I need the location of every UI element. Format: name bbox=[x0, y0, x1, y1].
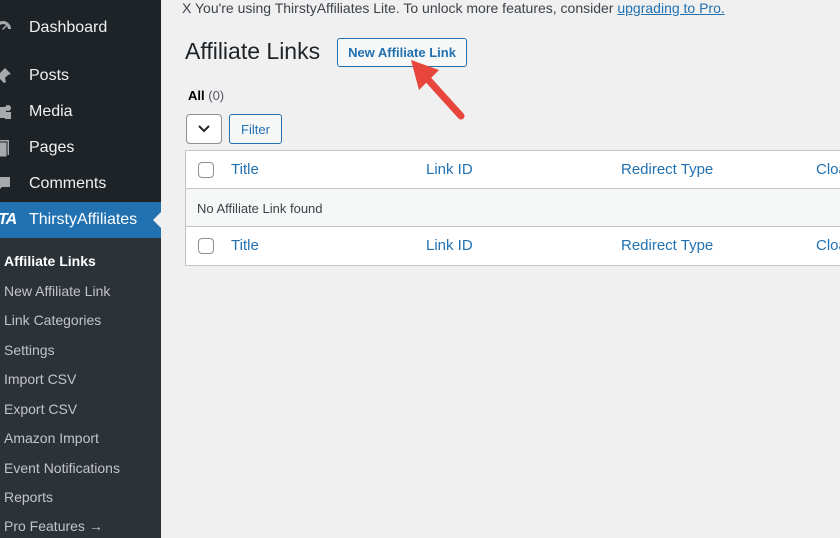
column-cloaked[interactable]: Cloa bbox=[816, 237, 840, 254]
thirstyaffiliates-submenu: Affiliate Links New Affiliate Link Link … bbox=[0, 238, 161, 538]
column-redirect-type[interactable]: Redirect Type bbox=[621, 161, 713, 178]
sidebar-item-label: Dashboard bbox=[29, 19, 108, 36]
sidebar-item-comments[interactable]: Comments bbox=[0, 166, 161, 202]
dashboard-icon bbox=[0, 17, 14, 39]
sidebar-item-thirstyaffiliates[interactable]: TA ThirstyAffiliates bbox=[0, 202, 161, 238]
sidebar-item-label: ThirstyAffiliates bbox=[29, 211, 138, 228]
submenu-item-settings[interactable]: Settings bbox=[4, 342, 55, 358]
admin-sidebar: Dashboard Posts Media Pages Comments TA … bbox=[0, 0, 161, 538]
chevron-down-icon bbox=[198, 125, 210, 133]
sidebar-item-pages[interactable]: Pages bbox=[0, 130, 161, 166]
table-footer-row: Title Link ID Redirect Type Cloa bbox=[186, 227, 840, 266]
notice-text: X You're using ThirstyAffiliates Lite. T… bbox=[182, 0, 618, 16]
pin-icon bbox=[0, 65, 14, 87]
submenu-item-event-notifications[interactable]: Event Notifications bbox=[4, 460, 120, 476]
view-all-link[interactable]: All bbox=[188, 88, 205, 103]
select-all-checkbox-footer[interactable] bbox=[198, 238, 214, 254]
view-filter: All (0) bbox=[188, 88, 224, 103]
upgrade-notice: X You're using ThirstyAffiliates Lite. T… bbox=[182, 0, 725, 16]
sidebar-item-posts[interactable]: Posts bbox=[0, 58, 161, 94]
sidebar-item-label: Media bbox=[29, 103, 73, 120]
media-icon bbox=[0, 101, 14, 123]
table-header-row: Title Link ID Redirect Type Cloa bbox=[186, 151, 840, 189]
submenu-item-affiliate-links[interactable]: Affiliate Links bbox=[4, 253, 96, 269]
sidebar-item-label: Pages bbox=[29, 139, 75, 156]
ta-logo-icon: TA bbox=[0, 211, 17, 228]
column-title[interactable]: Title bbox=[231, 237, 259, 254]
empty-message: No Affiliate Link found bbox=[197, 201, 323, 216]
upgrade-link[interactable]: upgrading to Pro. bbox=[617, 0, 724, 16]
column-title[interactable]: Title bbox=[231, 161, 259, 178]
column-link-id[interactable]: Link ID bbox=[426, 161, 473, 178]
bulk-action-select[interactable] bbox=[186, 114, 222, 144]
submenu-item-import-csv[interactable]: Import CSV bbox=[4, 371, 76, 387]
view-all-count: (0) bbox=[208, 88, 225, 103]
annotation-arrow-icon bbox=[411, 60, 465, 120]
sidebar-item-media[interactable]: Media bbox=[0, 94, 161, 130]
page-title: Affiliate Links bbox=[185, 38, 321, 64]
submenu-item-new-affiliate-link[interactable]: New Affiliate Link bbox=[4, 283, 110, 299]
sidebar-item-label: Posts bbox=[29, 67, 70, 84]
submenu-item-link-categories[interactable]: Link Categories bbox=[4, 312, 101, 328]
sidebar-item-dashboard[interactable]: Dashboard bbox=[0, 10, 161, 46]
column-redirect-type[interactable]: Redirect Type bbox=[621, 237, 713, 254]
sidebar-item-label: Comments bbox=[29, 175, 107, 192]
table-row: No Affiliate Link found bbox=[186, 189, 840, 227]
submenu-item-amazon-import[interactable]: Amazon Import bbox=[4, 430, 99, 446]
column-link-id[interactable]: Link ID bbox=[426, 237, 473, 254]
column-cloaked[interactable]: Cloa bbox=[816, 161, 840, 178]
pages-icon bbox=[0, 137, 14, 159]
select-all-checkbox[interactable] bbox=[198, 162, 214, 178]
submenu-item-pro-features[interactable]: Pro Features → bbox=[4, 518, 103, 534]
submenu-item-export-csv[interactable]: Export CSV bbox=[4, 401, 77, 417]
affiliate-links-table: Title Link ID Redirect Type Cloa No Affi… bbox=[185, 150, 840, 266]
submenu-item-reports[interactable]: Reports bbox=[4, 489, 53, 505]
filter-button[interactable]: Filter bbox=[229, 114, 282, 144]
comment-icon bbox=[0, 173, 14, 195]
